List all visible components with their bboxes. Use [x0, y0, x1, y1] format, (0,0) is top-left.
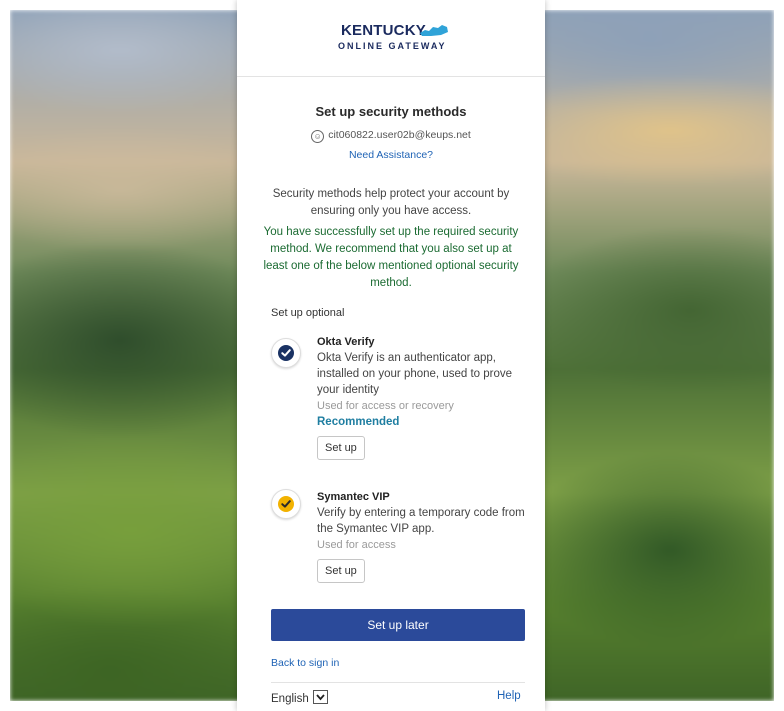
okta-verify-icon — [271, 338, 301, 368]
language-selector[interactable]: English — [271, 690, 328, 705]
user-email: cit060822.user02b@keups.net — [328, 129, 471, 141]
setup-later-button[interactable]: Set up later — [271, 609, 525, 641]
method-description: Verify by entering a temporary code from… — [317, 507, 525, 535]
symantec-vip-icon — [271, 489, 301, 519]
chevron-down-icon[interactable] — [312, 690, 328, 704]
success-message: You have successfully set up the require… — [263, 226, 519, 289]
method-title: Okta Verify — [317, 336, 375, 348]
method-description: Okta Verify is an authenticator app, ins… — [317, 352, 512, 396]
recommended-badge: Recommended — [317, 416, 400, 428]
optional-section-label: Set up optional — [271, 307, 345, 319]
back-to-sign-in-link[interactable]: Back to sign in — [271, 657, 339, 669]
page-title: Set up security methods — [315, 104, 467, 119]
user-icon: ☺ — [311, 130, 325, 143]
method-title: Symantec VIP — [317, 491, 390, 503]
signin-card: KENTUCKY ONLINE GATEWAY Set up security … — [237, 0, 545, 711]
logo-header: KENTUCKY ONLINE GATEWAY — [237, 0, 545, 77]
okta-verify-setup-button[interactable]: Set up — [317, 436, 365, 460]
help-link[interactable]: Help — [497, 690, 521, 702]
kentucky-state-icon — [420, 25, 448, 36]
method-usage: Used for access or recovery — [317, 400, 454, 412]
security-description: Security methods help protect your accou… — [272, 188, 510, 217]
symantec-vip-details: Symantec VIP Verify by entering a tempor… — [317, 489, 531, 583]
okta-verify-details: Okta Verify Okta Verify is an authentica… — [317, 334, 531, 460]
language-label: English — [271, 693, 309, 705]
method-okta-verify: Okta Verify Okta Verify is an authentica… — [271, 334, 531, 464]
logo-title: KENTUCKY — [341, 22, 426, 39]
need-assistance-link[interactable]: Need Assistance? — [237, 149, 545, 161]
method-symantec-vip: Symantec VIP Verify by entering a tempor… — [271, 489, 531, 589]
footer-divider — [271, 682, 525, 683]
method-usage: Used for access — [317, 539, 396, 551]
symantec-vip-setup-button[interactable]: Set up — [317, 559, 365, 583]
user-row: ☺ cit060822.user02b@keups.net — [237, 129, 545, 143]
logo-subtitle: ONLINE GATEWAY — [338, 41, 447, 51]
